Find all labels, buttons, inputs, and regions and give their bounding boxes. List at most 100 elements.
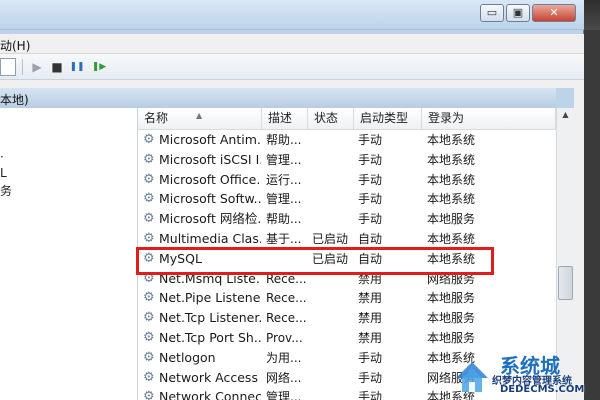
- service-logon-as: 本地系统: [427, 192, 476, 207]
- service-description: 为用...: [266, 350, 302, 365]
- service-description: 运行...: [266, 172, 302, 187]
- gear-icon: ⚙: [143, 211, 155, 227]
- gear-icon: ⚙: [143, 369, 155, 385]
- table-row[interactable]: ⚙ Net.Tcp Port Sh... Prov... 禁用 本地服务: [138, 328, 556, 348]
- toolbar-spacer: [0, 80, 584, 88]
- minimize-button[interactable]: ▭: [480, 4, 504, 22]
- service-name: Multimedia Clas...: [159, 231, 261, 246]
- table-row[interactable]: ⚙ Net.Pipe Listene... Rece... 禁用 本地服务: [138, 288, 556, 308]
- gear-icon: ⚙: [143, 191, 155, 207]
- services-window: ▭ ▣ ✕ 动(H) ▶ ■ ❚❚ ❚▶ 本地) · L 务 名称 ▲ 描述 状…: [0, 0, 584, 400]
- table-row[interactable]: ⚙ Microsoft 网络检... 帮助... 手动 本地服务: [138, 209, 556, 229]
- service-logon-as: 本地系统: [427, 232, 476, 246]
- maximize-button[interactable]: ▣: [506, 4, 530, 22]
- scrollbar-thumb[interactable]: [558, 266, 573, 300]
- column-header-startup[interactable]: 启动类型: [354, 108, 422, 130]
- service-startup-type: 手动: [358, 152, 383, 167]
- service-startup-type: 手动: [358, 172, 383, 187]
- table-row[interactable]: ⚙ Microsoft Softw... 管理... 手动 本地系统: [138, 189, 556, 209]
- service-status: [312, 209, 356, 229]
- service-logon-as: 本地服务: [427, 291, 476, 306]
- service-startup-type: 手动: [358, 370, 383, 385]
- service-description: 帮助...: [266, 212, 302, 227]
- service-name: Net.Tcp Port Sh...: [159, 330, 261, 345]
- watermark-url: DEDECMS.COM: [500, 384, 585, 395]
- table-row[interactable]: ⚙ Microsoft iSCSI I... 管理... 手动 本地系统: [138, 150, 556, 170]
- service-startup-type: 自动: [358, 232, 383, 246]
- gear-icon: ⚙: [143, 231, 155, 246]
- service-startup-type: 手动: [358, 192, 383, 207]
- service-description: Prov...: [266, 331, 303, 345]
- column-header-label: 名称: [144, 111, 169, 125]
- left-panel: 本地) · L 务: [0, 88, 138, 400]
- table-row[interactable]: ⚙ Multimedia Clas... 基于... 已启动 自动 本地系统: [138, 229, 556, 249]
- service-status: [312, 328, 356, 348]
- mysql-highlight-box: [136, 247, 494, 275]
- service-description: 基于...: [266, 232, 302, 246]
- service-status: [312, 368, 356, 388]
- menu-item-action[interactable]: 动(H): [0, 37, 30, 54]
- scroll-up-icon[interactable]: ▲: [557, 110, 574, 124]
- service-startup-type: 手动: [358, 212, 383, 227]
- service-name: Microsoft Office...: [159, 171, 261, 187]
- title-bar: ▭ ▣ ✕: [0, 0, 584, 30]
- gear-icon: ⚙: [143, 310, 155, 326]
- service-logon-as: 本地服务: [427, 331, 476, 345]
- table-row[interactable]: ⚙ Microsoft Antim... 帮助... 手动 本地系统: [138, 130, 556, 150]
- service-logon-as: 本地服务: [427, 311, 476, 326]
- service-startup-type: 手动: [358, 350, 383, 365]
- service-startup-type: 手动: [358, 390, 383, 400]
- sort-arrow-icon: ▲: [196, 111, 203, 120]
- play-icon[interactable]: ▶: [28, 58, 46, 76]
- left-panel-text: ·: [0, 150, 4, 164]
- service-logon-as: 本地服务: [427, 212, 476, 227]
- watermark: 系统城 织梦内容管理系统 DEDECMS.COM: [448, 352, 600, 400]
- left-panel-title: 本地): [0, 93, 29, 107]
- service-description: 帮助...: [266, 133, 302, 147]
- gear-icon: ⚙: [143, 132, 155, 147]
- service-name: Net.Tcp Listener...: [159, 310, 261, 326]
- left-panel-text: 务: [0, 184, 13, 198]
- service-status: [312, 130, 356, 150]
- service-status: [312, 189, 356, 209]
- gear-icon: ⚙: [143, 151, 155, 167]
- toolbar-separator: [22, 59, 23, 75]
- service-name: Microsoft Softw...: [159, 191, 261, 207]
- table-row[interactable]: ⚙ Microsoft Office... 运行... 手动 本地系统: [138, 170, 556, 190]
- watermark-logo-icon: [456, 362, 488, 392]
- menu-bar: 动(H): [0, 34, 584, 54]
- column-header-desc[interactable]: 描述: [262, 108, 308, 130]
- service-logon-as: 本地系统: [427, 152, 476, 167]
- column-header-status[interactable]: 状态: [308, 108, 354, 130]
- close-button[interactable]: ✕: [532, 4, 576, 22]
- service-startup-type: 禁用: [358, 291, 383, 306]
- service-name: Microsoft 网络检...: [159, 211, 261, 227]
- gear-icon: ⚙: [143, 171, 155, 187]
- service-logon-as: 本地系统: [427, 172, 476, 187]
- service-name: Netlogon: [159, 349, 216, 365]
- view-pane-icon[interactable]: [0, 58, 16, 76]
- pause-icon[interactable]: ❚❚: [68, 58, 86, 76]
- restart-icon[interactable]: ❚▶: [90, 58, 108, 76]
- service-description: Rece...: [266, 311, 306, 326]
- service-status: 已启动: [312, 232, 349, 246]
- service-description: 管理...: [266, 390, 302, 400]
- service-status: [312, 387, 356, 400]
- gear-icon: ⚙: [143, 349, 155, 365]
- table-row[interactable]: ⚙ Net.Tcp Listener... Rece... 禁用 本地服务: [138, 308, 556, 328]
- gear-icon: ⚙: [143, 290, 155, 306]
- service-name: Microsoft Antim...: [159, 132, 261, 147]
- service-name: Network Access ...: [159, 369, 261, 385]
- service-startup-type: 手动: [358, 133, 383, 147]
- service-status: [312, 308, 356, 328]
- column-header-logon[interactable]: 登录为: [422, 108, 556, 130]
- service-description: 管理...: [266, 192, 302, 207]
- service-name: Net.Pipe Listene...: [159, 290, 261, 306]
- stop-icon[interactable]: ■: [48, 58, 66, 76]
- service-logon-as: 本地系统: [427, 133, 476, 147]
- service-startup-type: 禁用: [358, 311, 383, 326]
- service-description: 管理...: [266, 152, 302, 167]
- service-status: [312, 288, 356, 308]
- column-header-name[interactable]: 名称 ▲: [138, 108, 262, 130]
- gear-icon: ⚙: [143, 330, 155, 345]
